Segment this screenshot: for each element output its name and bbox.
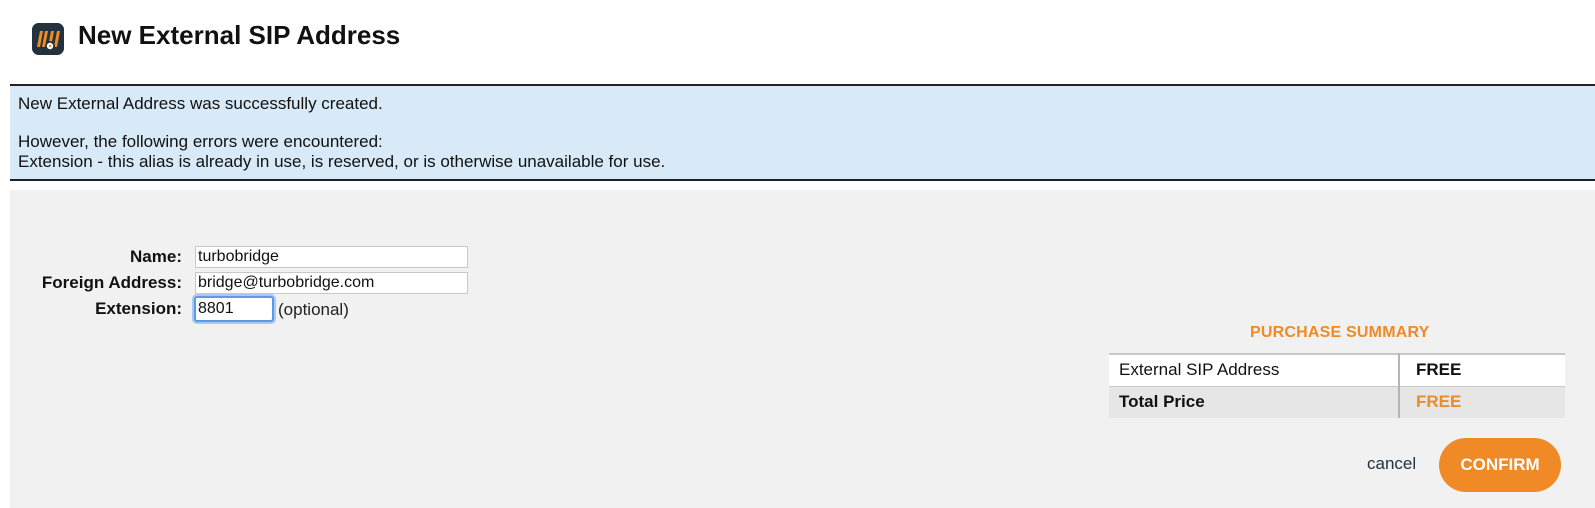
name-label: Name: xyxy=(130,247,182,266)
success-message: New External Address was successfully cr… xyxy=(18,94,383,113)
confirm-button[interactable]: CONFIRM xyxy=(1439,438,1561,492)
summary-item-price: FREE xyxy=(1399,353,1565,387)
error-message: Extension - this alias is already in use… xyxy=(18,152,666,171)
form-panel: Name: Foreign Address: Extension: (optio… xyxy=(10,190,1595,508)
purchase-summary-table: External SIP Address FREE Total Price FR… xyxy=(1109,353,1565,418)
status-notice: New External Address was successfully cr… xyxy=(10,84,1595,181)
foreign-address-input[interactable] xyxy=(195,272,468,294)
summary-total-row: Total Price FREE xyxy=(1109,386,1565,418)
purchase-summary-title: PURCHASE SUMMARY xyxy=(1250,324,1430,341)
cancel-link[interactable]: cancel xyxy=(1367,454,1416,474)
turbobridge-logo-icon xyxy=(32,23,64,55)
page-header: New External SIP Address xyxy=(0,0,1595,84)
page-title: New External SIP Address xyxy=(78,20,401,50)
extension-input[interactable] xyxy=(194,296,274,322)
summary-total-price: FREE xyxy=(1399,386,1565,418)
name-input[interactable] xyxy=(195,246,468,268)
errors-intro: However, the following errors were encou… xyxy=(18,132,383,151)
summary-total-label: Total Price xyxy=(1109,386,1400,418)
summary-item-name: External SIP Address xyxy=(1109,353,1400,387)
extension-label: Extension: xyxy=(95,299,182,318)
foreign-address-label: Foreign Address: xyxy=(41,273,182,292)
extension-optional-note: (optional) xyxy=(278,300,349,319)
summary-row: External SIP Address FREE xyxy=(1109,353,1565,387)
